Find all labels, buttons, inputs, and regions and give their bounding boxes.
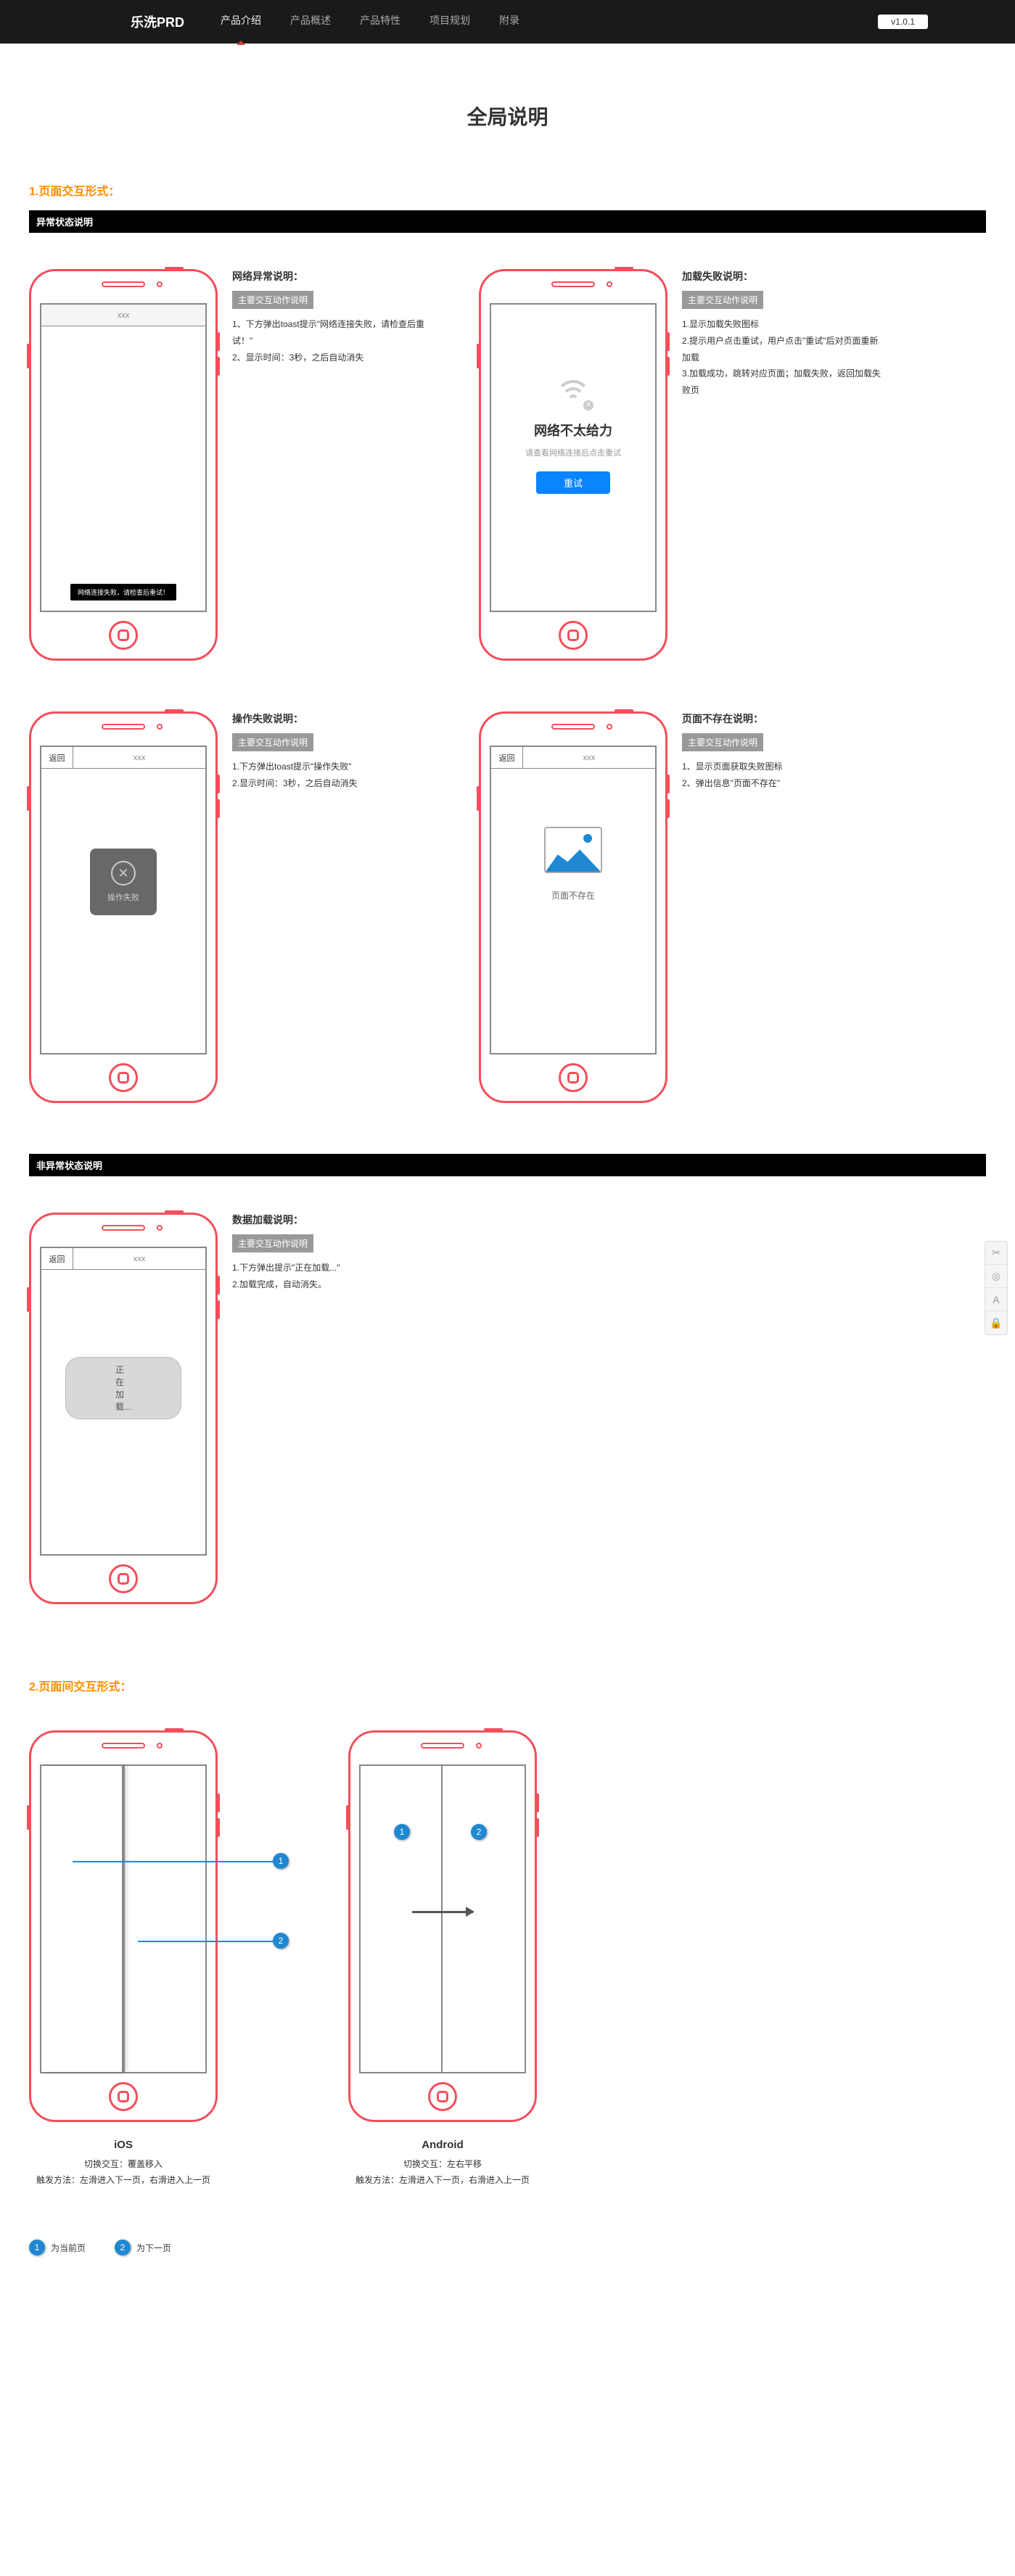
screen-title: xxx xyxy=(41,305,205,326)
home-button[interactable] xyxy=(109,1063,138,1092)
desc-body: 1、显示页面获取失败图标 2、弹出信息"页面不存在" xyxy=(682,759,885,792)
legend-num-2: 2 xyxy=(115,2239,131,2255)
op-fail-text: 操作失败 xyxy=(107,891,139,903)
desc-title: 数据加载说明： xyxy=(232,1213,435,1227)
nav: 产品介绍 产品概述 产品特性 项目规划 附录 xyxy=(221,13,519,30)
desc-sub: 主要交互动作说明 xyxy=(232,1234,313,1252)
desc-notfound: 页面不存在说明： 主要交互动作说明 1、显示页面获取失败图标 2、弹出信息"页面… xyxy=(682,711,885,1103)
nav-item-appendix[interactable]: 附录 xyxy=(499,13,519,30)
wifi-off-icon: ✕ xyxy=(556,384,591,410)
nav-item-plan[interactable]: 项目规划 xyxy=(430,13,470,30)
annotation-2: 2 xyxy=(273,1933,289,1949)
home-button[interactable] xyxy=(559,621,588,650)
android-caption-1: 切换交互：左右平移 xyxy=(348,2156,537,2173)
desc-network: 网络异常说明： 主要交互动作说明 1、下方弹出toast提示"网络连接失败，请检… xyxy=(232,269,435,661)
desc-title: 网络异常说明： xyxy=(232,269,435,284)
arrow-right-icon xyxy=(412,1911,473,1913)
screen-title: xxx xyxy=(73,747,205,768)
desc-body: 1、下方弹出toast提示"网络连接失败，请检查后重试！" 2、显示时间：3秒，… xyxy=(232,316,435,366)
normal-state-bar: 非异常状态说明 xyxy=(29,1154,986,1176)
desc-title: 操作失败说明： xyxy=(232,711,435,726)
close-icon: ✕ xyxy=(111,861,136,886)
version-badge: v1.0.1 xyxy=(878,15,928,29)
tool-text-icon[interactable]: A xyxy=(985,1288,1007,1311)
phone-ios-transition xyxy=(29,1730,218,2122)
desc-body: 1.下方弹出提示"正在加载..." 2.加载完成，自动消失。 xyxy=(232,1260,435,1293)
desc-sub: 主要交互动作说明 xyxy=(682,291,763,309)
android-caption-title: Android xyxy=(348,2135,537,2156)
phone-android-transition: 1 2 xyxy=(348,1730,537,2122)
desc-opfail: 操作失败说明： 主要交互动作说明 1.下方弹出toast提示"操作失败" 2.显… xyxy=(232,711,435,1103)
annotation-line xyxy=(138,1941,276,1942)
home-button[interactable] xyxy=(109,2082,138,2111)
tool-target-icon[interactable]: ◎ xyxy=(985,1265,1007,1288)
section2-heading: 2.页面间交互形式： xyxy=(29,1677,986,1694)
nav-item-intro[interactable]: 产品介绍 xyxy=(221,13,261,30)
wifi-title: 网络不太给力 xyxy=(491,421,655,439)
tool-scissors-icon[interactable]: ✂ xyxy=(985,1242,1007,1265)
phone-op-fail: 返回 xxx ✕ 操作失败 xyxy=(29,711,218,1103)
screen-title: xxx xyxy=(523,747,655,768)
back-button[interactable]: 返回 xyxy=(491,747,523,768)
phone-network-error: xxx 网络连接失败，请检查后重试！ xyxy=(29,269,218,661)
float-toolbar: ✂ ◎ A 🔒 xyxy=(985,1241,1008,1335)
home-button[interactable] xyxy=(109,621,138,650)
ios-caption-title: iOS xyxy=(29,2135,218,2156)
home-button[interactable] xyxy=(109,1564,138,1593)
nav-item-overview[interactable]: 产品概述 xyxy=(290,13,331,30)
not-found-text: 页面不存在 xyxy=(544,889,602,901)
ios-caption-2: 触发方法：左滑进入下一页，右滑进入上一页 xyxy=(29,2172,218,2189)
ios-caption-1: 切换交互：覆盖移入 xyxy=(29,2156,218,2173)
retry-button[interactable]: 重试 xyxy=(536,471,610,494)
phone-not-found: 返回 xxx 页面不存在 xyxy=(479,711,667,1103)
section1-heading: 1.页面交互形式： xyxy=(29,181,986,199)
tool-lock-icon[interactable]: 🔒 xyxy=(985,1311,1007,1334)
abnormal-state-bar: 异常状态说明 xyxy=(29,210,986,233)
wifi-sub: 请查看网络连接后点击重试 xyxy=(491,447,655,458)
brand: 乐洗PRD xyxy=(131,12,184,31)
screen-title: xxx xyxy=(73,1248,205,1269)
image-placeholder-icon xyxy=(544,827,602,873)
desc-title: 加载失败说明： xyxy=(682,269,885,284)
annotation-2: 2 xyxy=(471,1824,487,1840)
annotation-line xyxy=(73,1861,276,1862)
op-fail-toast: ✕ 操作失败 xyxy=(90,849,157,915)
nav-item-features[interactable]: 产品特性 xyxy=(360,13,400,30)
annotation-1: 1 xyxy=(394,1824,410,1840)
toast-network-fail: 网络连接失败，请检查后重试！ xyxy=(70,584,176,600)
back-button[interactable]: 返回 xyxy=(41,1248,73,1269)
top-navbar: 乐洗PRD 产品介绍 产品概述 产品特性 项目规划 附录 v1.0.1 xyxy=(0,0,1015,44)
android-caption-2: 触发方法：左滑进入下一页，右滑进入上一页 xyxy=(348,2172,537,2189)
loading-pill: 正在加载... xyxy=(65,1357,181,1419)
desc-body: 1.下方弹出toast提示"操作失败" 2.显示时间：3秒，之后自动消失 xyxy=(232,759,435,792)
back-button[interactable]: 返回 xyxy=(41,747,73,768)
home-button[interactable] xyxy=(428,2082,457,2111)
legend-text-1: 为当前页 xyxy=(51,2242,86,2254)
legend-num-1: 1 xyxy=(29,2239,45,2255)
page-title: 全局说明 xyxy=(29,102,986,131)
desc-body: 1.显示加载失败图标 2.提示用户点击重试，用户点击"重试"后对页面重新加载 3… xyxy=(682,316,885,399)
desc-sub: 主要交互动作说明 xyxy=(232,733,313,751)
desc-loading: 数据加载说明： 主要交互动作说明 1.下方弹出提示"正在加载..." 2.加载完… xyxy=(232,1213,435,1604)
desc-sub: 主要交互动作说明 xyxy=(232,291,313,309)
legend-text-2: 为下一页 xyxy=(136,2242,171,2254)
home-button[interactable] xyxy=(559,1063,588,1092)
desc-title: 页面不存在说明： xyxy=(682,711,885,726)
phone-loading: 返回 xxx 正在加载... xyxy=(29,1213,218,1604)
desc-loadfail: 加载失败说明： 主要交互动作说明 1.显示加载失败图标 2.提示用户点击重试，用… xyxy=(682,269,885,661)
annotation-1: 1 xyxy=(273,1853,289,1869)
phone-load-fail: ✕ 网络不太给力 请查看网络连接后点击重试 重试 xyxy=(479,269,667,661)
legend: 1 为当前页 2 为下一页 xyxy=(29,2239,986,2255)
desc-sub: 主要交互动作说明 xyxy=(682,733,763,751)
